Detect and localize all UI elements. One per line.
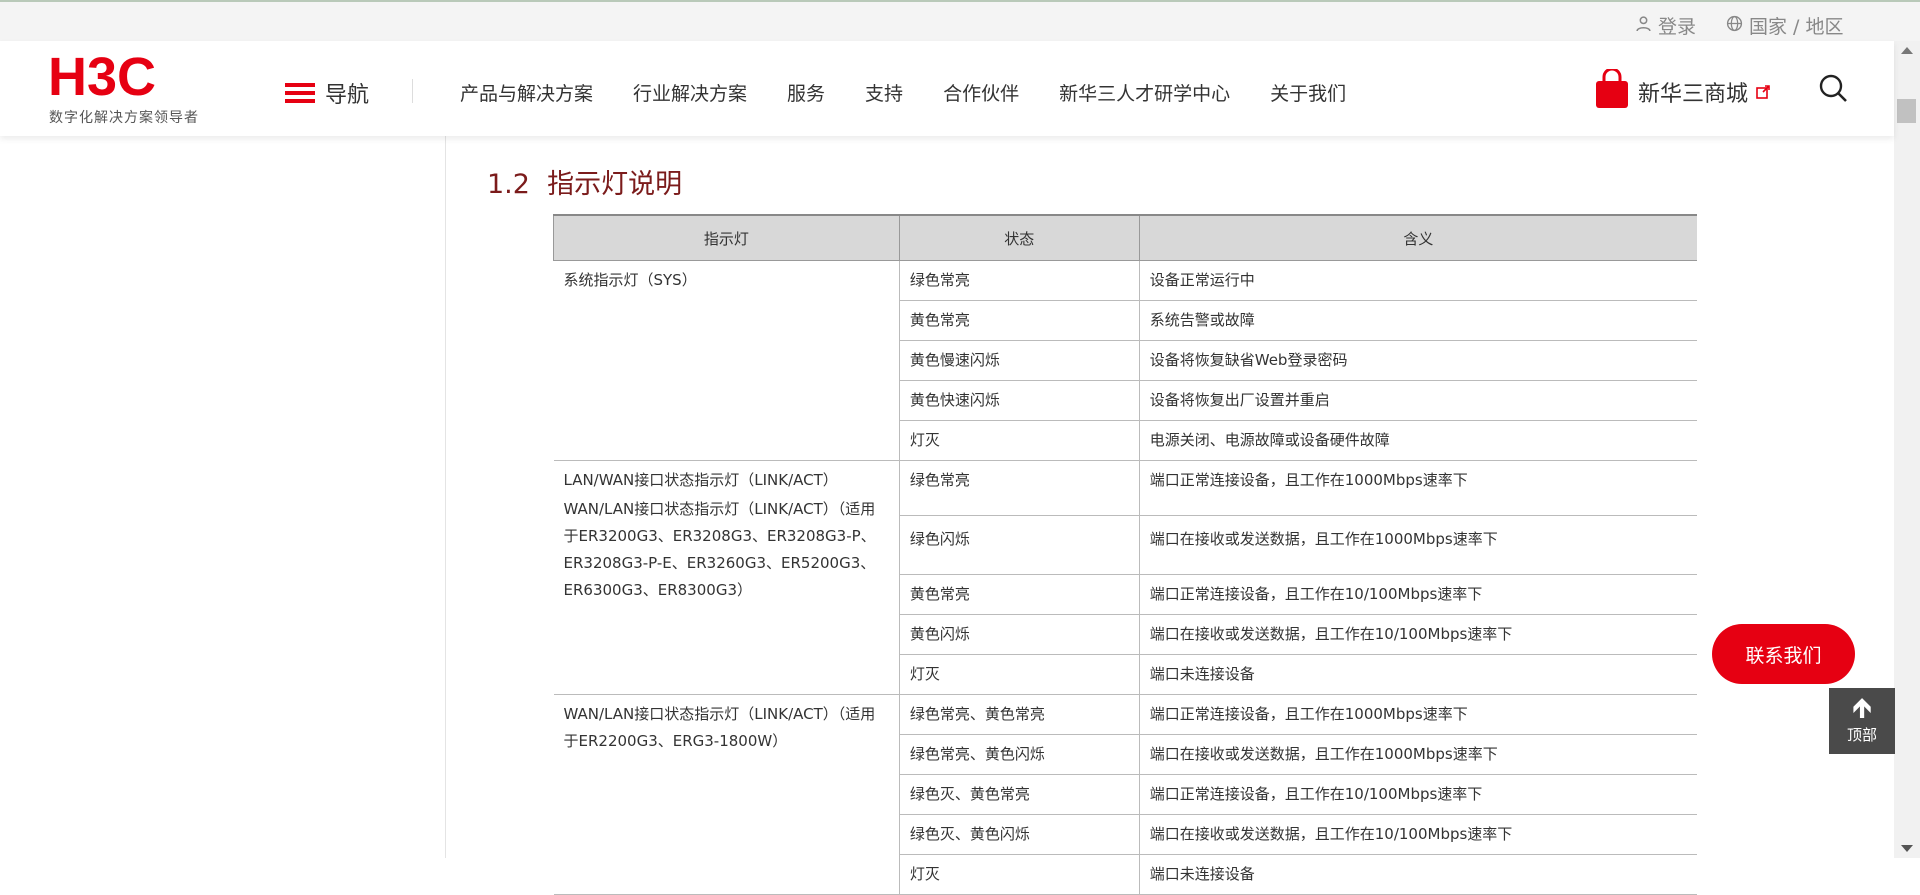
region-link[interactable]: 国家 / 地区 — [1726, 12, 1843, 39]
status-cell: 灯灭 — [899, 854, 1140, 895]
table-row: LAN/WAN接口状态指示灯（LINK/ACT） WAN/LAN接口状态指示灯（… — [553, 460, 1697, 695]
status-cell: 灯灭 — [899, 654, 1140, 695]
status-cell: 绿色灭、黄色常亮 — [899, 774, 1140, 815]
meaning-cell: 电源关闭、电源故障或设备硬件故障 — [1139, 420, 1697, 461]
indicator-name: 系统指示灯（SYS） — [563, 271, 697, 289]
status-cell: 绿色常亮 — [899, 260, 1140, 301]
login-link[interactable]: 登录 — [1635, 12, 1696, 39]
indicator-cell: WAN/LAN接口状态指示灯（LINK/ACT）（适用于ER2200G3、ERG… — [553, 694, 900, 895]
status-cell: 黄色闪烁 — [899, 614, 1140, 655]
table-row: 系统指示灯（SYS） 绿色常亮 设备正常运行中 — [553, 260, 1697, 461]
nav-divider — [412, 79, 413, 103]
meaning-cell: 系统告警或故障 — [1139, 300, 1697, 341]
nav-item-industry[interactable]: 行业解决方案 — [633, 79, 747, 106]
back-to-top-button[interactable]: 🡹 顶部 — [1829, 688, 1895, 754]
external-link-icon — [1756, 80, 1770, 105]
status-cell: 黄色常亮 — [899, 300, 1140, 341]
nav-item-products[interactable]: 产品与解决方案 — [460, 79, 593, 106]
contact-us-button[interactable]: 联系我们 — [1712, 624, 1855, 684]
status-cell: 黄色快速闪烁 — [899, 380, 1140, 421]
indicator-name: LAN/WAN接口状态指示灯（LINK/ACT） — [563, 471, 838, 489]
main-nav: 产品与解决方案 行业解决方案 服务 支持 合作伙伴 新华三人才研学中心 关于我们 — [460, 79, 1386, 106]
meaning-cell: 端口未连接设备 — [1139, 854, 1697, 895]
meaning-cell: 端口在接收或发送数据，且工作在10/100Mbps速率下 — [1139, 614, 1697, 655]
region-label: 国家 / 地区 — [1749, 16, 1844, 38]
meaning-cell: 端口在接收或发送数据，且工作在10/100Mbps速率下 — [1139, 814, 1697, 855]
nav-item-talent[interactable]: 新华三人才研学中心 — [1059, 79, 1230, 106]
page-scrollbar[interactable] — [1894, 41, 1920, 858]
arrow-up-icon: 🡹 — [1851, 691, 1873, 724]
back-to-top-label: 顶部 — [1846, 726, 1877, 744]
scroll-thumb[interactable] — [1897, 99, 1916, 123]
meaning-cell: 端口正常连接设备，且工作在10/100Mbps速率下 — [1139, 574, 1697, 615]
meaning-cell: 端口在接收或发送数据，且工作在1000Mbps速率下 — [1139, 515, 1697, 575]
meaning-cell: 端口未连接设备 — [1139, 654, 1697, 695]
nav-menu-button[interactable]: 导航 — [285, 77, 369, 109]
shopping-bag-icon — [1594, 67, 1630, 115]
scroll-up-icon[interactable] — [1901, 47, 1913, 54]
nav-item-support[interactable]: 支持 — [865, 79, 903, 106]
mall-link[interactable]: 新华三商城 — [1594, 67, 1770, 115]
section-title: 1.2 指示灯说明 — [487, 162, 682, 201]
status-cell: 绿色常亮、黄色闪烁 — [899, 734, 1140, 775]
logo-mark: H3C — [48, 47, 156, 107]
login-label: 登录 — [1658, 16, 1697, 38]
status-cell: 绿色常亮、黄色常亮 — [899, 694, 1140, 735]
menu-label: 导航 — [325, 83, 370, 108]
table-row: WAN/LAN接口状态指示灯（LINK/ACT）（适用于ER2200G3、ERG… — [553, 694, 1697, 895]
content-left-border — [445, 136, 446, 858]
logo-tagline: 数字化解决方案领导者 — [49, 110, 199, 126]
status-cell: 黄色常亮 — [899, 574, 1140, 615]
table-header-row: 指示灯 状态 含义 — [553, 214, 1697, 261]
mall-label: 新华三商城 — [1638, 82, 1749, 107]
status-cell: 黄色慢速闪烁 — [899, 340, 1140, 381]
meaning-cell: 端口正常连接设备，且工作在10/100Mbps速率下 — [1139, 774, 1697, 815]
section-heading: 指示灯说明 — [547, 169, 683, 200]
globe-icon — [1726, 15, 1743, 37]
main-header: H3C 数字化解决方案领导者 导航 产品与解决方案 行业解决方案 服务 支持 合… — [0, 41, 1894, 136]
indicator-cell: LAN/WAN接口状态指示灯（LINK/ACT） WAN/LAN接口状态指示灯（… — [553, 460, 900, 695]
indicator-name: WAN/LAN接口状态指示灯（LINK/ACT）（适用于ER2200G3、ERG… — [563, 705, 876, 750]
nav-item-service[interactable]: 服务 — [787, 79, 825, 106]
indicator-name: WAN/LAN接口状态指示灯（LINK/ACT）（适用于ER3200G3、ER3… — [563, 500, 876, 599]
meaning-cell: 端口在接收或发送数据，且工作在1000Mbps速率下 — [1139, 734, 1697, 775]
status-cell: 绿色灭、黄色闪烁 — [899, 814, 1140, 855]
status-cell: 绿色常亮 — [899, 460, 1140, 516]
nav-item-partners[interactable]: 合作伙伴 — [943, 79, 1019, 106]
hamburger-icon — [285, 79, 315, 107]
indicator-cell: 系统指示灯（SYS） — [553, 260, 900, 461]
meaning-cell: 端口正常连接设备，且工作在1000Mbps速率下 — [1139, 460, 1697, 516]
meaning-cell: 端口正常连接设备，且工作在1000Mbps速率下 — [1139, 694, 1697, 735]
meaning-cell: 设备正常运行中 — [1139, 260, 1697, 301]
indicator-table: 指示灯 状态 含义 系统指示灯（SYS） 绿色常亮 设备正常运行中 黄色常亮 系… — [553, 214, 1697, 895]
scroll-down-icon[interactable] — [1901, 845, 1913, 852]
section-number: 1.2 — [487, 169, 530, 200]
meaning-cell: 设备将恢复缺省Web登录密码 — [1139, 340, 1697, 381]
search-icon[interactable] — [1818, 73, 1848, 107]
header-status: 状态 — [898, 214, 1140, 261]
header-meaning: 含义 — [1138, 214, 1697, 261]
status-cell: 绿色闪烁 — [899, 515, 1140, 575]
user-icon — [1635, 15, 1652, 37]
meaning-cell: 设备将恢复出厂设置并重启 — [1139, 380, 1697, 421]
h3c-logo[interactable]: H3C — [48, 47, 218, 107]
utility-bar: 登录 国家 / 地区 — [0, 2, 1920, 41]
svg-text:H3C: H3C — [48, 53, 156, 101]
nav-item-about[interactable]: 关于我们 — [1270, 79, 1346, 106]
status-cell: 灯灭 — [899, 420, 1140, 461]
header-indicator: 指示灯 — [553, 214, 900, 261]
